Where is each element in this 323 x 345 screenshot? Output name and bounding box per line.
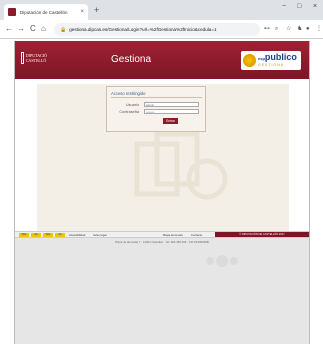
aa-badge[interactable]: AA — [31, 233, 41, 237]
password-input[interactable] — [144, 109, 199, 114]
favicon-icon — [8, 8, 16, 16]
forward-button[interactable]: → — [17, 23, 25, 35]
site-header: DIPUTACIÓ CASTELLÓ Gestiona esppublico G… — [15, 41, 309, 79]
logo-right-main: esppublico — [258, 53, 297, 63]
footer-bar: WAI AA WAI AA Accesibilidad Aviso legal … — [15, 231, 309, 238]
wai-badge[interactable]: WAI — [19, 233, 29, 237]
new-tab-button[interactable]: + — [94, 5, 99, 15]
diputacion-logo[interactable]: DIPUTACIÓ CASTELLÓ — [21, 50, 47, 66]
watermark-icon — [206, 255, 238, 267]
page-viewport: DIPUTACIÓ CASTELLÓ Gestiona esppublico G… — [0, 40, 323, 345]
address-text: Plaza de las Aulas 7 · 12001 Castellón ·… — [115, 240, 209, 244]
url-text[interactable]: gestiona.dipcas.es/Gestiona/Login?url=%2… — [69, 27, 216, 32]
accessibility-link[interactable]: Accesibilidad — [69, 233, 85, 237]
logo-right-word: publico — [264, 52, 297, 62]
logo-right-sub: GESTIONA — [258, 63, 285, 67]
wai-badge[interactable]: WAI — [43, 233, 53, 237]
back-button[interactable]: ← — [5, 23, 13, 35]
address-bar[interactable]: 🔒 gestiona.dipcas.es/Gestiona/Login?url=… — [54, 23, 260, 36]
password-label: Contraseña — [119, 110, 139, 114]
extensions-icon[interactable]: ♞ — [297, 24, 302, 34]
page-frame: DIPUTACIÓ CASTELLÓ Gestiona esppublico G… — [14, 41, 310, 344]
home-button[interactable]: ⌂ — [41, 23, 46, 35]
shield-icon — [21, 52, 24, 64]
login-button[interactable]: Entrar — [163, 118, 178, 124]
aa-badge[interactable]: AA — [55, 233, 65, 237]
divider — [111, 97, 202, 98]
login-form: Acceso restringido Usuario Contraseña En… — [106, 86, 206, 132]
browser-tab[interactable]: Diputación de Castellón × — [4, 4, 88, 20]
tab-title: Diputación de Castellón — [20, 9, 68, 15]
watermark-icon — [134, 131, 228, 200]
footer-bottom: Plaza de las Aulas 7 · 12001 Castellón ·… — [15, 238, 309, 344]
logo-right-prefix: esp — [258, 56, 265, 61]
maximize-button[interactable]: □ — [297, 3, 301, 10]
login-title: Acceso restringido — [111, 91, 146, 96]
copyright-text: © DIPUTACIÓN DE CASTELLÓN 2017 — [215, 232, 309, 237]
user-label: Usuario — [125, 103, 139, 107]
key-icon[interactable]: ⊷ — [264, 24, 270, 34]
sitemap-link[interactable]: Mapa de la web — [163, 233, 183, 237]
espublico-logo[interactable]: esppublico GESTIONA — [241, 51, 301, 70]
profile-icon[interactable]: ● — [306, 24, 310, 34]
minimize-button[interactable]: − — [282, 3, 286, 10]
page-title: Gestiona — [111, 54, 152, 65]
logo-left-text: DIPUTACIÓ CASTELLÓ — [25, 53, 47, 63]
browser-tabstrip: Diputación de Castellón × + − □ × — [0, 0, 323, 20]
contact-link[interactable]: Contacto — [191, 233, 202, 237]
sun-icon — [243, 54, 256, 67]
legal-link[interactable]: Aviso legal — [93, 233, 106, 237]
browser-toolbar: ← → C ⌂ 🔒 gestiona.dipcas.es/Gestiona/Lo… — [0, 20, 323, 39]
zoom-icon[interactable]: ⌕ — [275, 24, 278, 34]
lock-icon: 🔒 — [60, 26, 67, 33]
reload-button[interactable]: C — [30, 23, 36, 35]
user-input[interactable] — [144, 102, 199, 107]
browser-menu-icon[interactable]: ⋮ — [316, 24, 322, 34]
tab-close-icon[interactable]: × — [80, 9, 84, 15]
bookmark-star-icon[interactable]: ☆ — [286, 24, 291, 34]
window-close-button[interactable]: × — [313, 3, 317, 10]
